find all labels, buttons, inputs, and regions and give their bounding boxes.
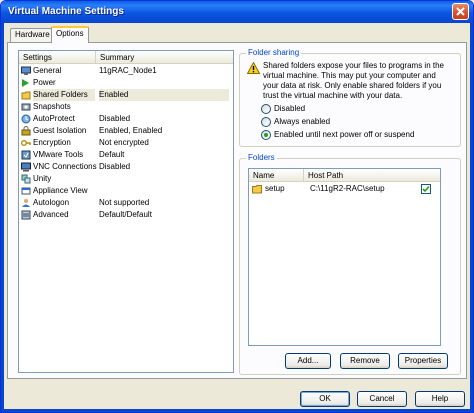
shared-folders-icon — [21, 91, 31, 100]
setting-summary: Default — [99, 150, 125, 159]
folder-properties-button[interactable]: Properties — [398, 353, 448, 369]
warning-line: trust the virtual machine with your data… — [263, 91, 403, 100]
setting-summary: Not encrypted — [99, 138, 149, 147]
tab-hardware[interactable]: Hardware — [10, 28, 52, 42]
settings-row-guest-isolation[interactable]: Guest Isolation Enabled, Enabled — [19, 125, 233, 137]
always-enabled-radio[interactable] — [261, 117, 271, 127]
setting-name: Appliance View — [33, 186, 88, 195]
close-icon — [456, 7, 465, 16]
vnc-icon — [21, 162, 31, 172]
disabled-radio-label[interactable]: Disabled — [274, 104, 305, 113]
settings-row-general[interactable]: General 11gRAC_Node1 — [19, 65, 233, 77]
settings-list[interactable]: Settings Summary General 11gRAC_Node1 Po… — [18, 50, 234, 373]
checkmark-icon — [422, 185, 430, 193]
folder-icon — [252, 185, 262, 194]
settings-row-unity[interactable]: Unity — [19, 173, 233, 185]
warning-line: Shared folders expose your files to prog… — [263, 61, 444, 70]
setting-name: Guest Isolation — [33, 126, 87, 135]
autoprotect-icon — [21, 114, 31, 124]
folder-name: setup — [265, 184, 285, 193]
power-icon — [22, 79, 29, 87]
setting-summary: Disabled — [99, 114, 131, 123]
disabled-radio[interactable] — [261, 104, 271, 114]
warning-line: virtual machine. This may put your compu… — [263, 71, 436, 80]
appliance-view-icon — [21, 187, 31, 195]
settings-row-appliance-view[interactable]: Appliance View — [19, 185, 233, 197]
setting-summary: 11gRAC_Node1 — [99, 66, 157, 75]
window-border-left — [1, 23, 4, 412]
remove-folder-button[interactable]: Remove — [340, 353, 390, 369]
window-border-right — [470, 23, 473, 412]
help-button[interactable]: Help — [415, 391, 465, 407]
setting-name: Unity — [33, 174, 52, 183]
setting-name: Power — [33, 78, 56, 87]
vmware-tools-icon — [21, 150, 31, 160]
settings-row-encryption[interactable]: Encryption Not encrypted — [19, 137, 233, 149]
setting-name: Encryption — [33, 138, 71, 147]
settings-row-power[interactable]: Power — [19, 77, 233, 89]
setting-summary: Default/Default — [99, 210, 152, 219]
general-icon — [21, 66, 31, 75]
folders-label: Folders — [246, 153, 277, 162]
settings-column-header[interactable]: Settings — [19, 51, 96, 64]
settings-row-snapshots[interactable]: Snapshots — [19, 101, 233, 113]
tab-options[interactable]: Options — [51, 26, 89, 43]
setting-summary: Enabled, Enabled — [99, 126, 163, 135]
add-folder-button[interactable]: Add... — [285, 353, 331, 369]
folder-host-path: C:\11gR2-RAC\setup — [310, 184, 385, 193]
setting-name: Autologon — [33, 198, 70, 207]
setting-summary: Not supported — [99, 198, 150, 207]
settings-row-autologon[interactable]: Autologon Not supported — [19, 197, 233, 209]
unity-icon — [21, 174, 31, 184]
advanced-icon — [21, 210, 31, 220]
folder-row[interactable]: setup C:\11gR2-RAC\setup — [249, 183, 440, 195]
settings-row-vnc-connections[interactable]: VNC Connections Disabled — [19, 161, 233, 173]
ok-button[interactable]: OK — [300, 391, 350, 407]
settings-row-shared-folders[interactable]: Shared Folders Enabled — [19, 89, 233, 101]
settings-window: Virtual Machine Settings Hardware Option… — [0, 0, 474, 413]
title-bar[interactable]: Virtual Machine Settings — [1, 1, 473, 23]
settings-row-autoprotect[interactable]: AutoProtect Disabled — [19, 113, 233, 125]
snapshots-icon — [21, 103, 31, 111]
setting-name: Advanced — [33, 210, 69, 219]
setting-name: AutoProtect — [33, 114, 75, 123]
setting-name: VMware Tools — [33, 150, 84, 159]
warning-text: Shared folders expose your files to prog… — [263, 61, 455, 101]
window-border-bottom — [1, 409, 473, 412]
setting-name: VNC Connections — [33, 162, 97, 171]
window-title: Virtual Machine Settings — [8, 6, 124, 17]
enabled-until-poweroff-radio[interactable] — [261, 130, 271, 140]
setting-name: Snapshots — [33, 102, 71, 111]
encryption-icon — [21, 140, 31, 146]
folder-enabled-checkbox[interactable] — [421, 184, 431, 194]
close-button[interactable] — [452, 3, 469, 20]
host-path-column-header[interactable]: Host Path — [304, 169, 440, 182]
settings-row-vmware-tools[interactable]: VMware Tools Default — [19, 149, 233, 161]
setting-summary: Disabled — [99, 162, 131, 171]
setting-name: Shared Folders — [33, 89, 95, 101]
summary-column-header[interactable]: Summary — [96, 51, 233, 64]
warning-icon — [247, 62, 260, 74]
autologon-icon — [22, 199, 30, 207]
setting-name: General — [33, 66, 62, 75]
folders-list[interactable]: Name Host Path setup C:\11gR2-RAC\setup — [248, 168, 441, 346]
name-column-header[interactable]: Name — [249, 169, 304, 182]
always-enabled-radio-label[interactable]: Always enabled — [274, 117, 330, 126]
settings-row-advanced[interactable]: Advanced Default/Default — [19, 209, 233, 221]
enabled-until-poweroff-radio-label[interactable]: Enabled until next power off or suspend — [274, 130, 414, 139]
warning-line: your data at risk. Only enable shared fo… — [263, 81, 442, 90]
cancel-button[interactable]: Cancel — [357, 391, 407, 407]
guest-isolation-icon — [21, 126, 31, 136]
folder-sharing-label: Folder sharing — [246, 48, 302, 57]
setting-summary: Enabled — [99, 89, 229, 101]
